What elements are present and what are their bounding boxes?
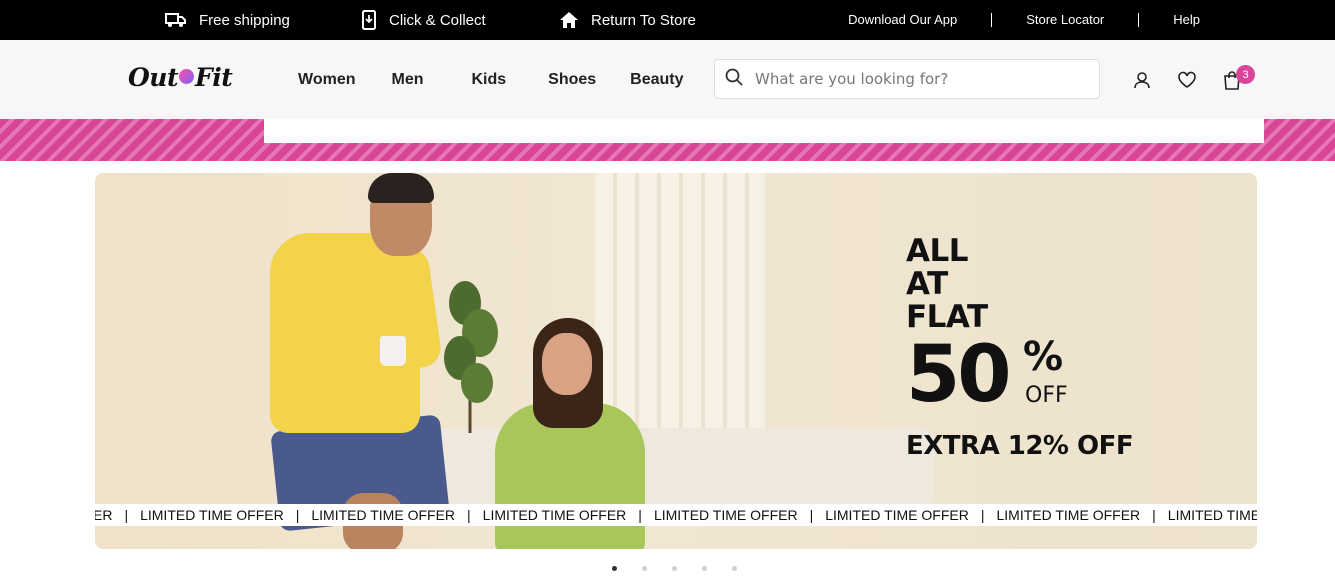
ticker-separator: |: [809, 507, 814, 523]
nav-beauty[interactable]: Beauty: [630, 71, 683, 89]
carousel-dots: [612, 566, 737, 571]
search-box: [714, 59, 1100, 99]
percent-sign: %: [1023, 334, 1064, 380]
offer-line: ALL: [906, 233, 968, 269]
nav-kids[interactable]: Kids: [471, 71, 506, 89]
ticker-item: LIMITED TIME OFFER: [996, 507, 1141, 523]
carousel-prev-chevron-left-icon[interactable]: ‹: [72, 354, 86, 374]
perk-click-collect: Click & Collect: [361, 0, 486, 40]
model-woman-face: [542, 333, 592, 395]
store-locator-link[interactable]: Store Locator: [991, 13, 1138, 27]
main-header: Out Fit Women Men Kids Shoes Beauty 3: [0, 40, 1335, 119]
home-icon: [559, 11, 579, 29]
search-icon[interactable]: [725, 68, 743, 91]
ticker-separator: |: [1152, 507, 1156, 523]
help-link[interactable]: Help: [1138, 13, 1335, 27]
model-man-hair: [368, 173, 434, 203]
carousel-dot[interactable]: [732, 566, 737, 571]
ticker-item: LIMITED TIME OFFER: [653, 507, 798, 523]
carousel-dot[interactable]: [702, 566, 707, 571]
perk-free-shipping: Free shipping: [165, 0, 290, 40]
ticker-separator: |: [980, 507, 985, 523]
cart-count-badge: 3: [1236, 65, 1255, 84]
logo-text-part1: Out: [128, 63, 179, 92]
main-nav: Women Men Kids Shoes Beauty: [298, 40, 720, 119]
ticker-separator: |: [295, 507, 300, 523]
discount-number: 50: [906, 330, 1012, 420]
hero-sofa: [395, 428, 935, 508]
promo-card: [264, 119, 1264, 143]
phone-download-icon: [361, 10, 377, 30]
carousel-next-chevron-right-icon[interactable]: ›: [1266, 354, 1280, 374]
carousel-dot[interactable]: [672, 566, 677, 571]
plant-image: [444, 281, 498, 433]
user-icon[interactable]: [1131, 69, 1153, 91]
ticker-separator: |: [638, 507, 642, 523]
extra-discount: EXTRA 12% OFF: [906, 431, 1134, 461]
perk-label: Return To Store: [591, 11, 696, 29]
truck-icon: [165, 12, 187, 28]
ticker-separator: |: [124, 507, 129, 523]
coffee-mug-image: [380, 336, 406, 366]
ticker-separator: |: [467, 507, 471, 523]
heart-icon[interactable]: [1176, 69, 1198, 91]
outfit-logo[interactable]: Out Fit: [128, 63, 233, 92]
limited-offer-ticker: ER | LIMITED TIME OFFER | LIMITED TIME OFF…: [95, 504, 1257, 526]
top-announcement-bar: Free shipping Click & Collect Return To …: [0, 0, 1335, 40]
promo-strip: [0, 119, 1335, 161]
ticker-item: LIMITED TIME OFFER: [825, 507, 969, 523]
carousel-dot[interactable]: [642, 566, 647, 571]
nav-shoes[interactable]: Shoes: [548, 71, 596, 89]
offer-line: AT: [906, 266, 948, 302]
perk-label: Click & Collect: [389, 11, 486, 29]
offer-text: ALL AT FLAT 50 % OFF EXTRA 12% OFF: [906, 233, 1134, 462]
ticker-item: ER: [95, 507, 113, 523]
nav-men[interactable]: Men: [391, 71, 423, 89]
utility-links: Download Our App Store Locator Help: [848, 0, 1335, 40]
ticker-item: LIMITED TIME OFFER: [311, 507, 456, 523]
off-label: OFF: [1025, 383, 1068, 408]
perk-label: Free shipping: [199, 11, 290, 29]
logo-text-part2: Fit: [195, 63, 233, 92]
ticker-item: LIMITED TIME OFFER: [482, 507, 627, 523]
carousel-dot[interactable]: [612, 566, 617, 571]
search-input[interactable]: [755, 70, 1075, 88]
hero-banner[interactable]: ALL AT FLAT 50 % OFF EXTRA 12% OFF ER | L…: [95, 173, 1257, 549]
logo-mark-icon: [179, 69, 195, 84]
download-app-link[interactable]: Download Our App: [848, 13, 991, 27]
nav-women[interactable]: Women: [298, 71, 355, 89]
ticker-item: LIMITED TIME OFFER: [140, 507, 284, 523]
ticker-item: LIMITED TIME OFFER: [1167, 507, 1257, 523]
perk-return-to-store: Return To Store: [559, 0, 696, 40]
